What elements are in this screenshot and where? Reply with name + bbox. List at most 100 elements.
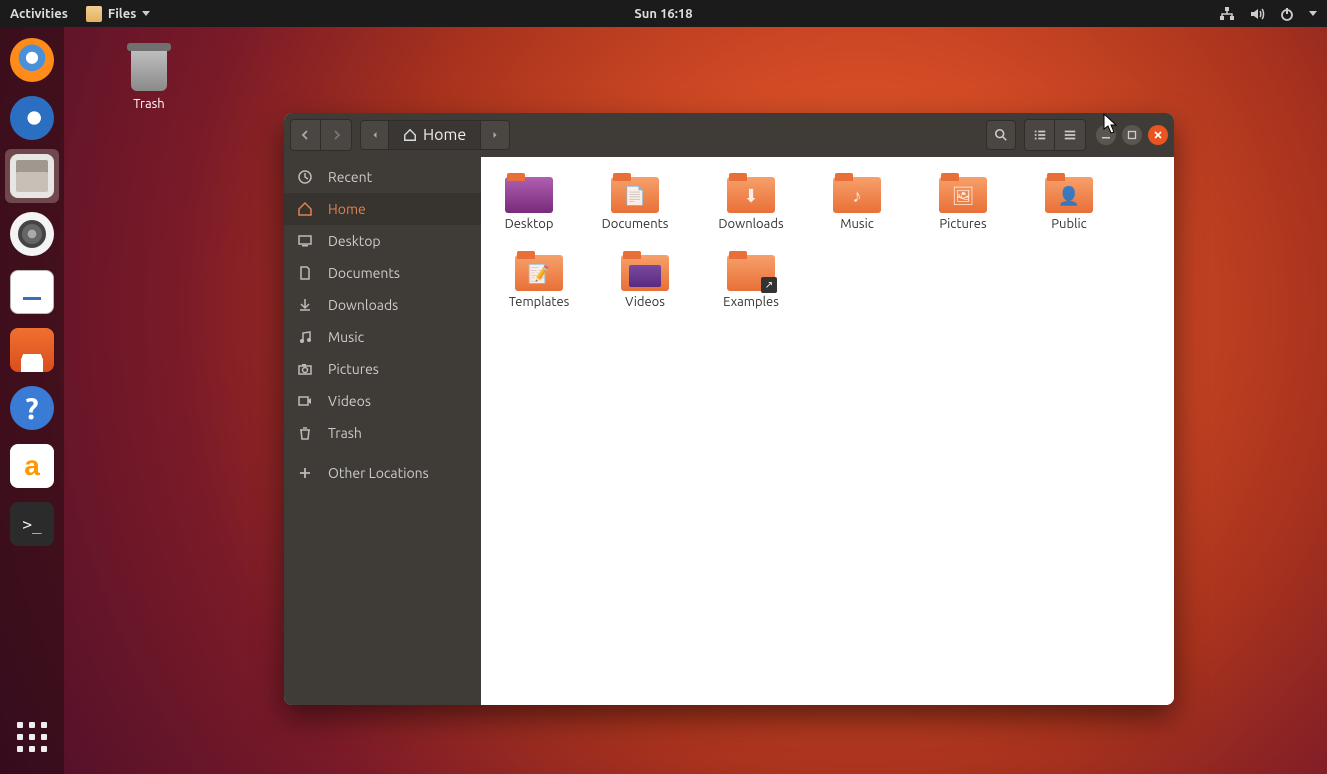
folder-public[interactable]: 👤Public	[1039, 173, 1099, 231]
power-icon[interactable]	[1279, 6, 1295, 22]
folder-music[interactable]: ♪ Music	[827, 173, 887, 231]
dock-libreoffice-writer[interactable]	[5, 265, 59, 319]
sidebar-item-music[interactable]: Music	[284, 321, 481, 353]
sidebar-item-label: Downloads	[328, 297, 398, 313]
sidebar-item-pictures[interactable]: Pictures	[284, 353, 481, 385]
sidebar-item-label: Desktop	[328, 233, 381, 249]
folder-label: Downloads	[718, 217, 783, 231]
download-icon	[296, 297, 314, 313]
sidebar-item-documents[interactable]: Documents	[284, 257, 481, 289]
nav-buttons	[290, 119, 352, 151]
network-icon[interactable]	[1219, 6, 1235, 22]
files-content[interactable]: Desktop 📄 Documents ⬇ Downloads ♪ Music 🖼 Pictur…	[481, 157, 1174, 705]
desktop-area[interactable]: Trash Home	[64, 27, 1327, 774]
dock-files[interactable]	[5, 149, 59, 203]
dock-ubuntu-software[interactable]	[5, 323, 59, 377]
sidebar-item-recent[interactable]: Recent	[284, 161, 481, 193]
path-next-button[interactable]	[481, 121, 509, 149]
folder-desktop[interactable]: Desktop	[499, 173, 559, 231]
files-sidebar: Recent Home Desktop Documents Downloads Music…	[284, 157, 481, 705]
files-menu-icon	[86, 6, 102, 22]
thunderbird-icon	[10, 96, 54, 140]
sidebar-item-label: Documents	[328, 265, 400, 281]
folder-label: Desktop	[505, 217, 554, 231]
menu-button[interactable]	[1055, 120, 1085, 150]
sidebar-item-label: Home	[328, 201, 366, 217]
folder-templates[interactable]: 📝Templates	[499, 251, 579, 309]
writer-icon	[10, 270, 54, 314]
files-window: Home RecentHomeD	[284, 113, 1174, 705]
app-menu-button[interactable]: Files	[86, 6, 150, 22]
trash-desktop-icon[interactable]: Trash	[104, 41, 194, 111]
folder-videos[interactable]: Videos	[615, 251, 675, 309]
folder-label: Pictures	[939, 217, 986, 231]
folder-label: Examples	[723, 295, 779, 309]
folder-label: Documents	[602, 217, 669, 231]
trash-label: Trash	[104, 97, 194, 111]
folder-label: Music	[840, 217, 874, 231]
system-menu-chevron-icon[interactable]	[1309, 11, 1317, 16]
music-icon	[296, 329, 314, 345]
folder-documents[interactable]: 📄 Documents	[595, 173, 675, 231]
trash-icon	[127, 41, 171, 91]
sidebar-item-label: Music	[328, 329, 364, 345]
app-menu-label: Files	[108, 7, 136, 21]
folder-icon: ⬇	[727, 173, 775, 213]
folder-icon: 📄	[611, 173, 659, 213]
dock-help[interactable]: ?	[5, 381, 59, 435]
search-button[interactable]	[986, 120, 1016, 150]
show-applications-button[interactable]	[5, 710, 59, 764]
dock-terminal[interactable]: >_	[5, 497, 59, 551]
minimize-button[interactable]	[1096, 125, 1116, 145]
dock-thunderbird[interactable]	[5, 91, 59, 145]
back-button[interactable]	[291, 120, 321, 150]
launcher-dock: ? a >_	[0, 27, 64, 774]
folder-icon: ↗	[727, 251, 775, 291]
plus-icon	[296, 465, 314, 481]
sidebar-item-trash[interactable]: Trash	[284, 417, 481, 449]
dock-rhythmbox[interactable]	[5, 207, 59, 261]
folder-label: Public	[1051, 217, 1086, 231]
amazon-icon: a	[10, 444, 54, 488]
files-body: Recent Home Desktop Documents Downloads Music…	[284, 157, 1174, 705]
search-icon	[994, 128, 1008, 142]
folder-downloads[interactable]: ⬇ Downloads	[711, 173, 791, 231]
sidebar-item-desktop[interactable]: Desktop	[284, 225, 481, 257]
folder-icon: 🖼	[939, 173, 987, 213]
sidebar-item-downloads[interactable]: Downloads	[284, 289, 481, 321]
close-button[interactable]	[1148, 125, 1168, 145]
dock-amazon[interactable]: a	[5, 439, 59, 493]
folder-icon: ♪	[833, 173, 881, 213]
folder-pictures[interactable]: 🖼 Pictures	[923, 173, 1003, 231]
list-view-button[interactable]	[1025, 120, 1055, 150]
maximize-button[interactable]	[1122, 125, 1142, 145]
path-segment-home[interactable]: Home	[389, 121, 481, 149]
folder-label: Videos	[625, 295, 665, 309]
sidebar-item-label: Other Locations	[328, 465, 429, 481]
rhythmbox-icon	[10, 212, 54, 256]
folder-examples[interactable]: ↗ Examples	[711, 251, 791, 309]
sidebar-item-other-locations[interactable]: Other Locations	[284, 457, 481, 489]
forward-button[interactable]	[321, 120, 351, 150]
clock-label[interactable]: Sun 16:18	[634, 7, 692, 21]
gnome-topbar: Activities Files Sun 16:18	[0, 0, 1327, 27]
dock-firefox[interactable]	[5, 33, 59, 87]
sidebar-item-videos[interactable]: Videos	[284, 385, 481, 417]
software-icon	[10, 328, 54, 372]
sidebar-item-label: Trash	[328, 425, 362, 441]
volume-icon[interactable]	[1249, 6, 1265, 22]
sidebar-item-home[interactable]: Home	[284, 193, 481, 225]
path-prev-button[interactable]	[361, 121, 389, 149]
view-buttons	[1024, 119, 1086, 151]
camera-icon	[296, 361, 314, 377]
activities-button[interactable]: Activities	[10, 7, 68, 21]
sidebar-item-label: Videos	[328, 393, 371, 409]
files-icon	[10, 154, 54, 198]
sidebar-item-label: Recent	[328, 169, 372, 185]
window-controls	[1096, 125, 1168, 145]
path-bar: Home	[360, 120, 510, 150]
terminal-icon: >_	[10, 502, 54, 546]
folder-icon: 📝	[515, 251, 563, 291]
files-headerbar: Home	[284, 113, 1174, 157]
doc-icon	[296, 265, 314, 281]
